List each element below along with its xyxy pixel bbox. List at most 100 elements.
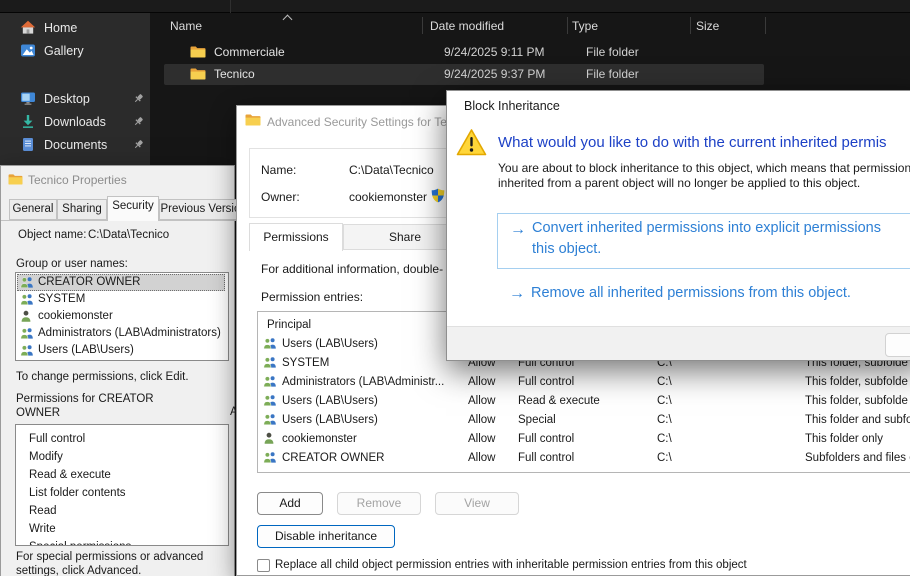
file-type: File folder bbox=[586, 45, 639, 59]
toolbar-divider bbox=[230, 0, 231, 13]
sidebar-item-gallery[interactable]: Gallery bbox=[0, 40, 150, 62]
group-item-label: Users (LAB\Users) bbox=[38, 344, 134, 356]
tab-security[interactable]: Security bbox=[107, 196, 159, 221]
downloads-icon bbox=[20, 114, 36, 130]
entry-type: Allow bbox=[468, 433, 495, 445]
group-item-creator-owner[interactable]: CREATOR OWNER bbox=[17, 274, 225, 291]
permissions-listbox[interactable]: Full control Modify Read & execute List … bbox=[15, 424, 229, 546]
sidebar-item-home[interactable]: Home bbox=[0, 17, 150, 39]
column-header-name[interactable]: Name bbox=[170, 19, 202, 33]
main-instruction: What would you like to do with the curre… bbox=[498, 134, 887, 151]
entry-type: Allow bbox=[468, 414, 495, 426]
principal-header[interactable]: Principal bbox=[267, 319, 311, 331]
group-item-cookiemonster[interactable]: cookiemonster bbox=[17, 308, 225, 325]
group-icon bbox=[20, 327, 34, 339]
permission-item: List folder contents bbox=[29, 487, 126, 499]
tab-general[interactable]: General bbox=[9, 199, 57, 220]
permission-item: Modify bbox=[29, 451, 63, 463]
entry-access: Full control bbox=[518, 433, 574, 445]
group-icon bbox=[263, 413, 277, 425]
column-divider[interactable] bbox=[422, 17, 423, 34]
tab-permissions[interactable]: Permissions bbox=[249, 223, 343, 251]
sidebar-item-documents[interactable]: Documents bbox=[0, 134, 150, 156]
permission-item: Read bbox=[29, 505, 57, 517]
entry-applies-to: Subfolders and files o bbox=[805, 452, 910, 464]
convert-permissions-commandlink[interactable]: → Convert inherited permissions into exp… bbox=[497, 213, 910, 269]
column-header-date[interactable]: Date modified bbox=[430, 19, 504, 33]
entry-principal: Users (LAB\Users) bbox=[282, 395, 378, 407]
body-line: You are about to block inheritance to th… bbox=[498, 161, 910, 176]
entry-principal: CREATOR OWNER bbox=[282, 452, 384, 464]
permission-item: Full control bbox=[29, 433, 85, 445]
group-icon bbox=[263, 394, 277, 406]
group-item-label: CREATOR OWNER bbox=[38, 276, 140, 288]
entry-principal: Users (LAB\Users) bbox=[282, 414, 378, 426]
sidebar-item-label: Downloads bbox=[44, 115, 106, 129]
advanced-hint: For special permissions or advanced sett… bbox=[16, 550, 228, 576]
remove-permissions-commandlink[interactable]: → Remove all inherited permissions from … bbox=[497, 283, 910, 307]
group-item-administrators[interactable]: Administrators (LAB\Administrators) bbox=[17, 325, 225, 342]
sort-ascending-icon bbox=[284, 14, 292, 22]
sidebar-item-label: Desktop bbox=[44, 92, 90, 106]
sidebar-item-desktop[interactable]: Desktop bbox=[0, 88, 150, 110]
arrow-icon: → bbox=[510, 221, 526, 239]
dialog-title: Tecnico Properties bbox=[28, 173, 127, 187]
view-button[interactable]: View bbox=[435, 492, 519, 515]
folder-icon bbox=[190, 45, 206, 58]
explorer-sidebar: Home Gallery Desktop Downloads Documents bbox=[0, 13, 150, 165]
permission-entries-label: Permission entries: bbox=[261, 290, 363, 304]
entry-principal: Administrators (LAB\Administr... bbox=[282, 376, 444, 388]
entry-access: Read & execute bbox=[518, 395, 600, 407]
column-divider[interactable] bbox=[765, 17, 766, 34]
permission-item: Special permissions bbox=[29, 541, 131, 546]
entry-inherited-from: C:\ bbox=[657, 452, 672, 464]
gallery-icon bbox=[20, 43, 36, 59]
entry-inherited-from: C:\ bbox=[657, 414, 672, 426]
entry-inherited-from: C:\ bbox=[657, 376, 672, 388]
folder-icon bbox=[245, 113, 261, 126]
entry-access: Special bbox=[518, 414, 556, 426]
group-item-label: SYSTEM bbox=[38, 293, 85, 305]
entry-applies-to: This folder, subfolde bbox=[805, 395, 908, 407]
object-name-value: C:\Data\Tecnico bbox=[88, 229, 169, 241]
group-icon bbox=[263, 375, 277, 387]
pin-icon bbox=[133, 139, 144, 150]
file-list-header: Name Date modified Type Size bbox=[150, 13, 910, 37]
disable-inheritance-button[interactable]: Disable inheritance bbox=[257, 525, 395, 548]
file-date: 9/24/2025 9:11 PM bbox=[444, 45, 545, 59]
home-icon bbox=[20, 20, 36, 36]
group-icon bbox=[263, 337, 277, 349]
permission-entry-row[interactable]: Administrators (LAB\Administr... Allow F… bbox=[258, 373, 910, 392]
cancel-button[interactable]: Cancel bbox=[885, 333, 910, 357]
file-row-commerciale[interactable]: Commerciale 9/24/2025 9:11 PM File folde… bbox=[164, 42, 910, 63]
dialog-title: Advanced Security Settings for Te bbox=[267, 115, 447, 129]
entry-type: Allow bbox=[468, 376, 495, 388]
column-divider[interactable] bbox=[567, 17, 568, 34]
tab-sharing[interactable]: Sharing bbox=[57, 199, 107, 220]
sidebar-item-downloads[interactable]: Downloads bbox=[0, 111, 150, 133]
user-icon bbox=[20, 310, 32, 322]
column-divider[interactable] bbox=[690, 17, 691, 34]
permission-entry-row[interactable]: cookiemonster Allow Full control C:\ Thi… bbox=[258, 430, 910, 449]
file-row-tecnico[interactable]: Tecnico 9/24/2025 9:37 PM File folder bbox=[164, 64, 910, 85]
file-name: Commerciale bbox=[214, 45, 285, 59]
group-item-users[interactable]: Users (LAB\Users) bbox=[17, 342, 225, 359]
arrow-icon: → bbox=[509, 285, 525, 303]
properties-dialog: Tecnico Properties General Sharing Secur… bbox=[0, 165, 235, 576]
pin-icon bbox=[133, 116, 144, 127]
permission-entry-row[interactable]: Users (LAB\Users) Allow Special C:\ This… bbox=[258, 411, 910, 430]
folder-icon bbox=[190, 67, 206, 80]
add-button[interactable]: Add bbox=[257, 492, 323, 515]
permission-entry-row[interactable]: CREATOR OWNER Allow Full control C:\ Sub… bbox=[258, 449, 910, 468]
column-header-type[interactable]: Type bbox=[572, 19, 598, 33]
remove-button[interactable]: Remove bbox=[337, 492, 421, 515]
explorer-toolbar-strip bbox=[0, 0, 910, 13]
column-header-size[interactable]: Size bbox=[696, 19, 719, 33]
replace-permissions-checkbox[interactable] bbox=[257, 559, 270, 572]
permission-entry-row[interactable]: Users (LAB\Users) Allow Read & execute C… bbox=[258, 392, 910, 411]
group-user-listbox[interactable]: CREATOR OWNER SYSTEM cookiemonster Admin… bbox=[15, 272, 229, 361]
sidebar-item-label: Home bbox=[44, 21, 77, 35]
entry-applies-to: This folder and subfo bbox=[805, 414, 910, 426]
replace-permissions-label: Replace all child object permission entr… bbox=[275, 559, 747, 571]
group-item-system[interactable]: SYSTEM bbox=[17, 291, 225, 308]
